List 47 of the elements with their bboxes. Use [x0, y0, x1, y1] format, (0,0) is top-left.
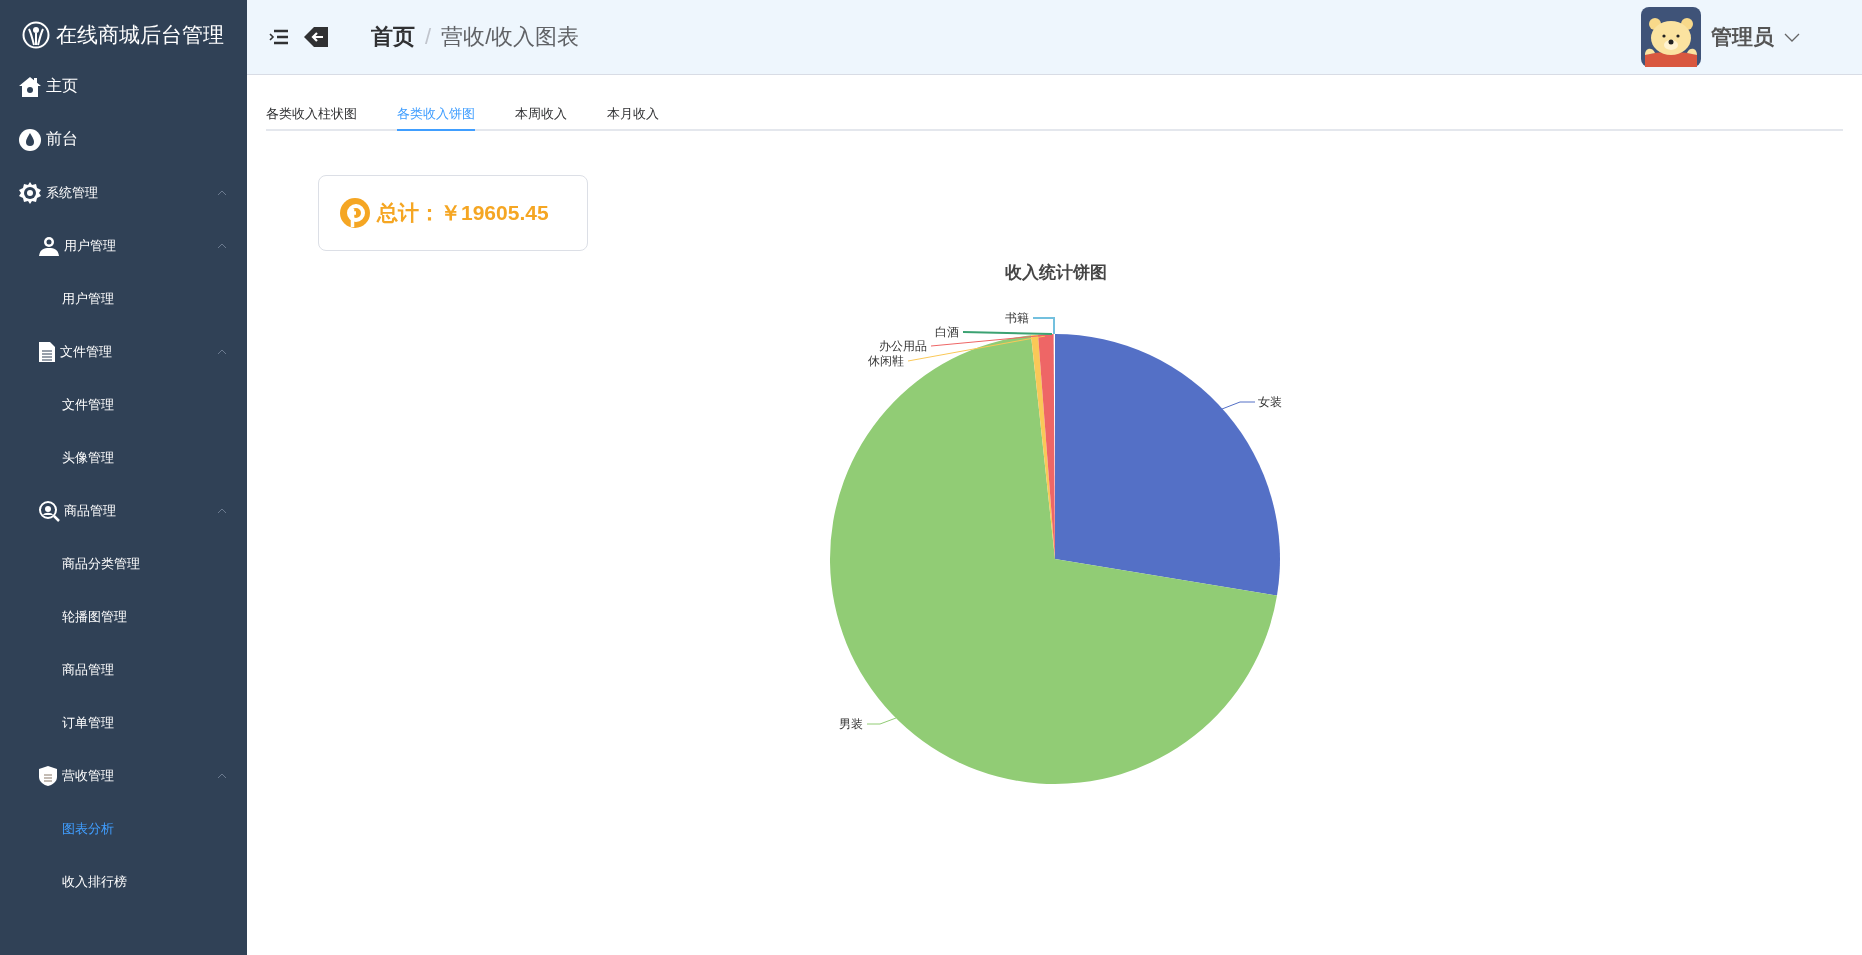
tab[interactable]: 本周收入	[515, 99, 567, 131]
slice-label: 男装	[838, 717, 863, 731]
breadcrumb-item: 营收/收入图表	[441, 23, 580, 51]
slice-label: 办公用品	[878, 339, 927, 353]
menu-item[interactable]: 商品分类管理	[0, 537, 247, 590]
chart-title: 收入统计饼图	[1004, 262, 1107, 284]
menu-group[interactable]: 营收管理	[0, 749, 247, 802]
menu-group[interactable]: 文件管理	[0, 325, 247, 378]
leader-line	[866, 717, 896, 725]
breadcrumb-separator: /	[425, 24, 432, 50]
home-icon	[18, 74, 42, 99]
menu-item[interactable]: 头像管理	[0, 431, 247, 484]
menu-item[interactable]: 主页	[0, 60, 247, 113]
menu-item[interactable]: 商品管理	[0, 643, 247, 696]
menu-item[interactable]: 收入排行榜	[0, 855, 247, 908]
slice-label: 休闲鞋	[867, 354, 904, 368]
menu-item[interactable]: 轮播图管理	[0, 590, 247, 643]
tab[interactable]: 本月收入	[607, 99, 659, 131]
breadcrumb-item[interactable]: 首页	[371, 22, 415, 52]
menu-item[interactable]: 订单管理	[0, 696, 247, 749]
tab[interactable]: 各类收入柱状图	[266, 99, 357, 131]
leader-line	[1221, 401, 1255, 410]
droplet-icon	[18, 127, 42, 152]
total-amount: 总计：￥19605.45	[377, 200, 549, 226]
menu-group[interactable]: 系统管理	[0, 166, 247, 219]
slice-label: 白酒	[934, 325, 959, 339]
menu-icon	[269, 29, 289, 45]
menu-item[interactable]: 图表分析	[0, 802, 247, 855]
chevron-down-icon	[1784, 32, 1800, 42]
menu-item[interactable]: 文件管理	[0, 378, 247, 431]
document-icon	[38, 340, 56, 363]
menu-group[interactable]: 商品管理	[0, 484, 247, 537]
gear-icon	[18, 180, 42, 205]
menu-item[interactable]: 用户管理	[0, 272, 247, 325]
app-title: 在线商城后台管理	[56, 22, 224, 48]
logo-icon	[22, 21, 50, 49]
user-icon	[38, 234, 60, 257]
slice-label: 女装	[1257, 395, 1282, 409]
bear-avatar-drawing	[1641, 7, 1701, 67]
coin-icon	[339, 197, 371, 229]
menu-item[interactable]: 前台	[0, 113, 247, 166]
search-icon	[38, 499, 60, 522]
shield-icon	[38, 764, 58, 787]
back-arrow-icon	[303, 26, 329, 48]
user-name[interactable]: 管理员	[1711, 23, 1774, 51]
slice-label: 书籍	[1004, 311, 1029, 325]
menu-group[interactable]: 用户管理	[0, 219, 247, 272]
